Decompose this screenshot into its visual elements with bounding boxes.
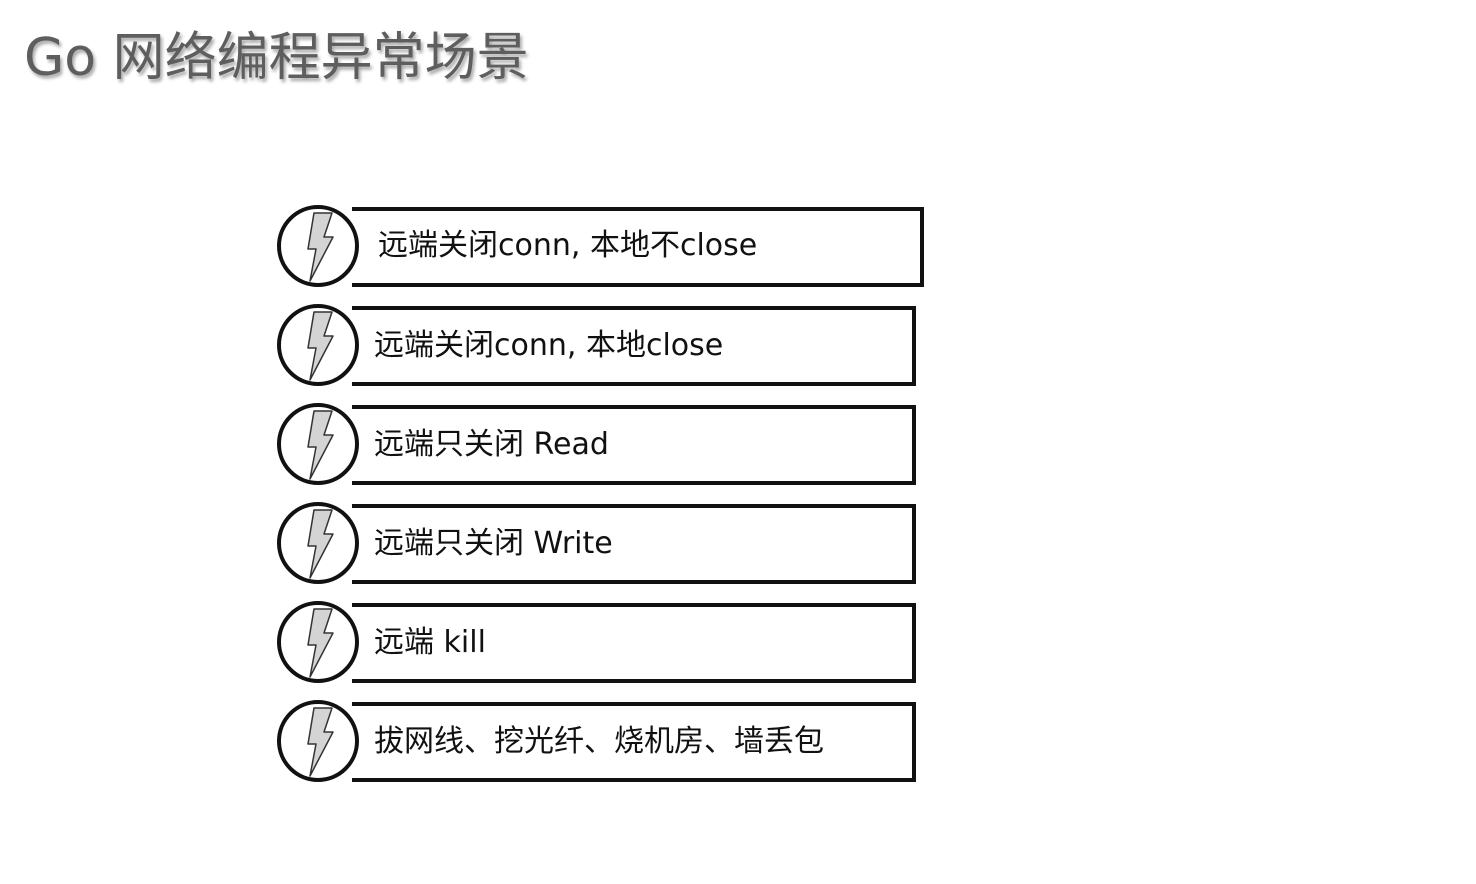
scenario-label: 远端 kill <box>374 625 486 660</box>
scenario-item: 远端只关闭 Read <box>276 402 926 486</box>
lightning-icon <box>277 601 359 683</box>
scenario-item: 远端关闭conn, 本地不close <box>276 204 926 288</box>
scenario-box: 远端关闭conn, 本地close <box>352 306 916 386</box>
lightning-icon <box>277 502 359 584</box>
scenario-item: 拔网线、挖光纤、烧机房、墙丢包 <box>276 699 926 783</box>
scenario-box: 远端 kill <box>352 603 916 683</box>
lightning-icon <box>277 403 359 485</box>
scenario-item: 远端关闭conn, 本地close <box>276 303 926 387</box>
lightning-icon <box>277 304 359 386</box>
scenario-label: 远端只关闭 Write <box>374 526 613 561</box>
scenario-box: 远端只关闭 Write <box>352 504 916 584</box>
scenario-label: 远端只关闭 Read <box>374 427 609 462</box>
scenario-label: 远端关闭conn, 本地close <box>374 328 724 363</box>
scenario-label: 远端关闭conn, 本地不close <box>378 228 758 263</box>
scenario-item: 远端 kill <box>276 600 926 684</box>
lightning-icon <box>277 205 359 287</box>
scenario-box: 远端只关闭 Read <box>352 405 916 485</box>
page-title: Go 网络编程异常场景 <box>24 28 529 88</box>
scenario-list: 远端关闭conn, 本地不close 远端关闭conn, 本地close 远端只… <box>276 204 926 798</box>
lightning-icon <box>277 700 359 782</box>
scenario-label: 拔网线、挖光纤、烧机房、墙丢包 <box>374 724 824 759</box>
scenario-box: 拔网线、挖光纤、烧机房、墙丢包 <box>352 702 916 782</box>
scenario-item: 远端只关闭 Write <box>276 501 926 585</box>
scenario-box: 远端关闭conn, 本地不close <box>352 207 924 287</box>
